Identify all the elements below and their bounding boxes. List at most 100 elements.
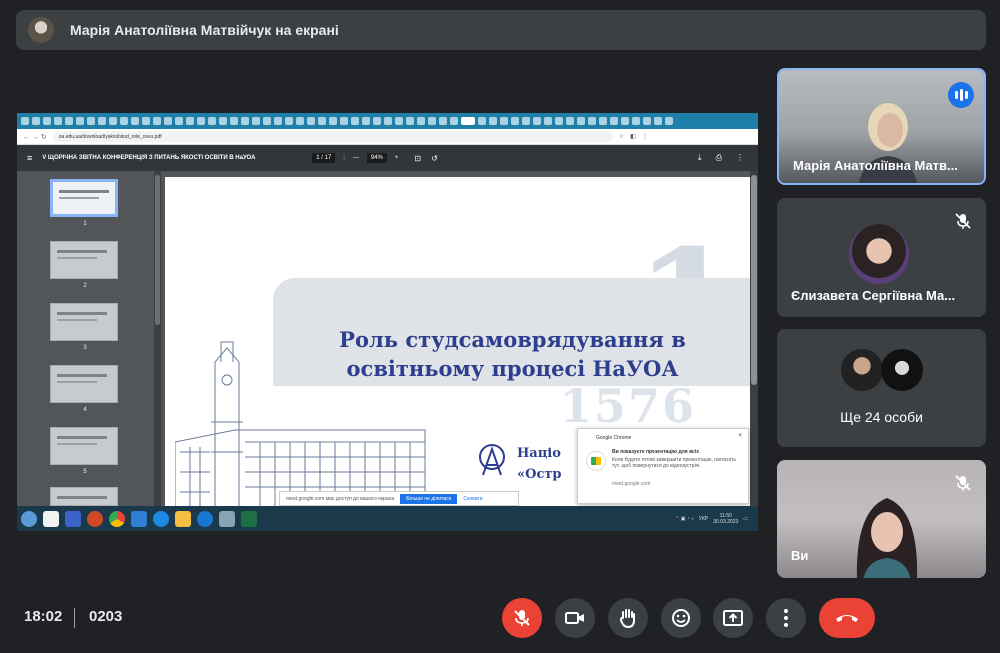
browser-tab [175,117,183,125]
pdf-more-icon: ⋮ [736,153,744,162]
browser-tab [373,117,381,125]
system-tray: ⌃ ▣ ◔ ♪ УКР 11:50 30.03.2023 ▭ [675,513,748,525]
thumbnail-scrollbar [154,171,161,506]
mic-toggle-button[interactable] [502,598,542,638]
tray-icons: ⌃ ▣ ◔ ♪ [675,515,694,522]
browser-tab [555,117,563,125]
start-icon [21,510,37,527]
browser-tab [428,117,436,125]
pdf-title: V ЩОРІЧНА ЗВІТНА КОНФЕРЕНЦІЯ З ПИТАНЬ ЯК… [42,155,256,161]
browser-nav-icons: ← → ↻ [23,133,47,141]
mic-off-icon [955,475,971,491]
leave-call-button[interactable] [819,598,875,638]
participant-tile-presenter[interactable]: Марія Анатоліївна Матв... [777,68,986,185]
browser-url: oa.edu.ua/download/yakist/stud_role_osvu… [52,131,613,142]
footer-divider [74,608,75,628]
browser-tab [197,117,205,125]
meeting-code: 0203 [89,608,123,625]
notification-app: Google Chrome [596,435,632,441]
browser-tab [439,117,447,125]
browser-tab [21,117,29,125]
raise-hand-button[interactable] [608,598,648,638]
pdf-menu-icon: ≡ [27,153,33,163]
browser-tab [395,117,403,125]
browser-tab [65,117,73,125]
participant-name: Єлизавета Сергіївна Ма... [791,288,956,303]
browser-tab [43,117,51,125]
pdf-thumbnail [50,179,118,217]
browser-tab [489,117,497,125]
camera-icon [565,612,584,624]
participant-avatar [849,224,909,284]
folder-icon [175,510,191,527]
presenting-banner: Марія Анатоліївна Матвійчук на екрані [16,10,986,50]
speaking-indicator-icon [948,82,974,108]
notification-body: Коли будете готові завершити презентацію… [612,457,737,469]
chrome-notification: Google Chrome × Ви показуєте презентацію… [577,428,749,504]
university-name: Націо «Остр [517,443,562,485]
present-button[interactable] [713,598,753,638]
browser-tab [285,117,293,125]
self-video-person [856,498,918,578]
tray-date: 30.03.2023 [713,518,739,525]
browser-tab [621,117,629,125]
university-name-line1: Націо [517,446,561,461]
pdf-separator: | [343,155,345,161]
browser-tab [263,117,271,125]
pdf-thumbnail [50,487,118,506]
university-name-line2: «Остр [517,467,562,482]
more-vert-icon [784,609,788,627]
browser-tab [186,117,194,125]
thumbnail-number: 4 [83,407,87,413]
reactions-button[interactable] [661,598,701,638]
browser-tab [307,117,315,125]
chrome-icon [109,510,125,527]
thumbnail-number: 1 [83,221,87,227]
browser-tab [230,117,238,125]
browser-tab [131,117,139,125]
more-participants-tile[interactable]: Ще 24 особи [777,329,986,447]
app-icon [87,510,103,527]
browser-tab [340,117,348,125]
browser-tab [566,117,574,125]
browser-tab [98,117,106,125]
browser-tab [665,117,673,125]
notification-site: meet.google.com [612,481,651,487]
app-icon [197,510,213,527]
browser-tab [522,117,530,125]
browser-tab [588,117,596,125]
pdf-thumbnail [50,303,118,341]
building-drawing [175,341,426,506]
browser-tab [478,117,486,125]
fit-page-icon: ⊡ [414,153,422,163]
zoom-out-icon: — [352,155,359,161]
camera-toggle-button[interactable] [555,598,595,638]
pdf-thumbnail [50,427,118,465]
print-icon: ⎙ [715,153,722,162]
hand-icon [619,609,635,629]
browser-tab [318,117,326,125]
mic-off-icon [955,213,971,229]
browser-tab [511,117,519,125]
more-options-button[interactable] [766,598,806,638]
browser-tab [632,117,640,125]
meet-logo-icon [586,451,606,471]
self-tile[interactable]: Ви [777,460,986,578]
browser-tab [274,117,282,125]
browser-tab [153,117,161,125]
browser-tab [384,117,392,125]
pdf-toolbar: ≡ V ЩОРІЧНА ЗВІТНА КОНФЕРЕНЦІЯ З ПИТАНЬ … [17,145,758,171]
browser-tab [164,117,172,125]
present-icon [723,610,743,626]
tray-language: УКР [698,515,709,522]
pdf-page-indicator: 1 / 17 [312,153,336,163]
pdf-zoom: 94% [366,153,387,163]
browser-tab [643,117,651,125]
emoji-icon [672,609,690,627]
presenter-avatar [28,17,54,43]
browser-tab-strip [17,113,758,129]
participant-tile[interactable]: Єлизавета Сергіївна Ма... [777,198,986,317]
browser-tab [417,117,425,125]
hide-share-strip-button: Сховати [463,495,483,502]
windows-taskbar: ⌃ ▣ ◔ ♪ УКР 11:50 30.03.2023 ▭ [17,506,758,531]
